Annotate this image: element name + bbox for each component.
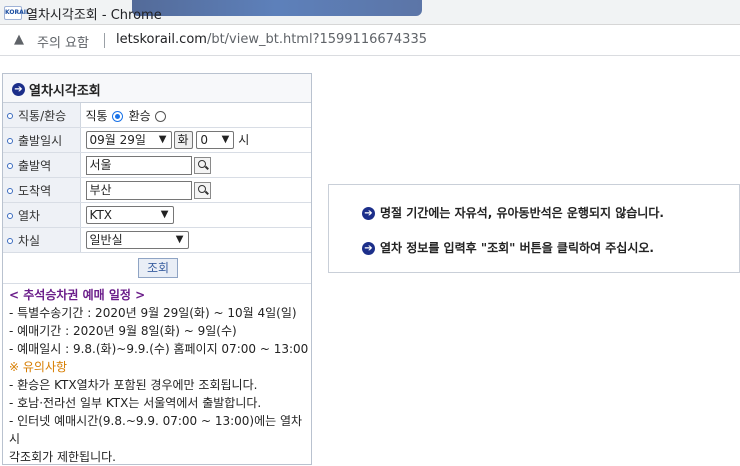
train-select[interactable]: KTX ▼ (85, 206, 174, 224)
search-form: 직통/환승 직통 환승 출발일시 09월 29일 ▼ 화 0 ▼ 시 출발역 서울 도착… (3, 103, 311, 253)
query-row: 조회 (3, 253, 311, 284)
arrival-station-label-cell: 도착역 (3, 177, 81, 203)
search-icon[interactable] (193, 156, 211, 174)
chevron-down-icon: ▼ (175, 234, 184, 245)
route-type-options: 직통 환승 (80, 103, 311, 128)
message-holiday-text: 명절 기간에는 자유석, 유아동반석은 운행되지 않습니다. (380, 206, 664, 220)
arrival-station-input[interactable]: 부산 (85, 180, 192, 200)
window-titlebar: KORAIL 열차시각조회 - Chrome (0, 0, 740, 25)
caution-line: - 환승은 KTX열차가 포함된 경우에만 조회됩니다. (9, 378, 258, 392)
car-class-select[interactable]: 일반실 ▼ (85, 231, 189, 249)
train-select-value: KTX (89, 208, 113, 222)
route-type-row: 직통/환승 직통 환승 (3, 103, 311, 128)
departure-datetime-label: 출발일시 (18, 133, 63, 148)
background-window-ghost (132, 0, 422, 16)
search-icon[interactable] (193, 181, 211, 199)
weekday-button[interactable]: 화 (173, 131, 193, 150)
address-divider (104, 33, 105, 48)
url-host: letskorail.com (116, 32, 207, 47)
departure-station-inputs: 서울 (80, 152, 311, 178)
warning-icon[interactable]: ▲ (14, 32, 24, 47)
bullet-icon (7, 238, 13, 244)
departure-station-row: 출발역 서울 (3, 152, 311, 178)
message-instruction: ➔ 열차 정보를 입력후 "조회" 버튼을 클릭하여 주십시오. (362, 239, 654, 256)
arrival-station-inputs: 부산 (80, 177, 311, 203)
car-class-select-value: 일반실 (89, 233, 123, 247)
arrow-right-icon: ➔ (362, 242, 375, 255)
car-class-label-cell: 차실 (3, 227, 81, 253)
bullet-icon (7, 213, 13, 219)
train-inputs: KTX ▼ (80, 202, 311, 228)
direct-option-label: 직통 (85, 108, 108, 123)
notice-line: - 예매일시 : 9.8.(화)~9.9.(수) 홈페이지 07:00 ~ 13… (9, 342, 309, 356)
caution-line: - 호남·전라선 일부 KTX는 서울역에서 출발합니다. (9, 396, 262, 410)
transfer-option-label: 환승 (128, 108, 151, 123)
bullet-icon (7, 163, 13, 169)
direct-radio[interactable] (111, 110, 123, 122)
panel-title: 열차시각조회 (29, 84, 101, 99)
address-bar[interactable]: ▲ 주의 요함 letskorail.com/bt/view_bt.html?1… (0, 25, 740, 56)
departure-datetime-label-cell: 출발일시 (3, 127, 81, 153)
window-title: 열차시각조회 - Chrome (26, 8, 162, 23)
train-label: 열차 (18, 208, 41, 223)
caution-line: 각조회가 제한됩니다. (9, 450, 116, 464)
chevron-down-icon: ▼ (160, 209, 169, 220)
car-class-row: 차실 일반실 ▼ (3, 227, 311, 253)
route-type-label-cell: 직통/환승 (3, 103, 81, 128)
caution-line: - 인터넷 예매시간(9.8.~9.9. 07:00 ~ 13:00)에는 열차… (9, 414, 303, 446)
car-class-inputs: 일반실 ▼ (80, 227, 311, 253)
departure-station-label-cell: 출발역 (3, 152, 81, 178)
train-label-cell: 열차 (3, 202, 81, 228)
hour-select[interactable]: 0 ▼ (196, 131, 235, 150)
hour-unit-label: 시 (238, 132, 250, 147)
arrow-right-icon: ➔ (362, 207, 375, 220)
date-select[interactable]: 09월 29일 ▼ (85, 131, 172, 150)
hour-select-value: 0 (200, 133, 209, 148)
date-select-value: 09월 29일 (89, 133, 146, 148)
chevron-down-icon: ▼ (158, 134, 167, 146)
departure-station-label: 출발역 (18, 158, 52, 173)
notice-section: < 추석승차권 예매 일정 > - 특별수송기간 : 2020년 9월 29일(… (3, 284, 311, 466)
bullet-icon (7, 188, 13, 194)
departure-station-input[interactable]: 서울 (85, 155, 192, 175)
arrow-right-icon: ➔ (12, 83, 25, 96)
arrival-station-label: 도착역 (18, 183, 52, 198)
message-instruction-text: 열차 정보를 입력후 "조회" 버튼을 클릭하여 주십시오. (380, 241, 654, 255)
message-holiday: ➔ 명절 기간에는 자유석, 유아동반석은 운행되지 않습니다. (362, 204, 664, 221)
notice-line: - 예매기간 : 2020년 9월 8일(화) ~ 9일(수) (9, 324, 237, 338)
transfer-radio[interactable] (154, 110, 166, 122)
caution-heading: ※ 유의사항 (9, 360, 68, 374)
info-message-box: ➔ 명절 기간에는 자유석, 유아동반석은 운행되지 않습니다. ➔ 열차 정보를 … (328, 184, 740, 273)
notice-line: - 특별수송기간 : 2020년 9월 29일(화) ~ 10월 4일(일) (9, 306, 297, 320)
car-class-label: 차실 (18, 233, 41, 248)
security-label[interactable]: 주의 요함 (37, 32, 89, 51)
query-button[interactable]: 조회 (138, 258, 178, 278)
departure-datetime-inputs: 09월 29일 ▼ 화 0 ▼ 시 (80, 127, 311, 153)
notice-heading: < 추석승차권 예매 일정 > (9, 288, 146, 302)
timetable-search-panel: ➔ 열차시각조회 직통/환승 직통 환승 출발일시 09월 29일 ▼ 화 0 ▼ 시 출… (2, 73, 312, 465)
route-type-label: 직통/환승 (18, 108, 67, 123)
url-text[interactable]: letskorail.com/bt/view_bt.html?159911667… (116, 32, 427, 47)
departure-datetime-row: 출발일시 09월 29일 ▼ 화 0 ▼ 시 (3, 127, 311, 153)
train-row: 열차 KTX ▼ (3, 202, 311, 228)
arrival-station-row: 도착역 부산 (3, 177, 311, 203)
bullet-icon (7, 138, 13, 144)
chevron-down-icon: ▼ (221, 134, 230, 146)
favicon: KORAIL (4, 6, 30, 20)
bullet-icon (7, 113, 13, 119)
panel-header: ➔ 열차시각조회 (3, 74, 311, 103)
url-path: /bt/view_bt.html?1599116674335 (206, 32, 427, 47)
